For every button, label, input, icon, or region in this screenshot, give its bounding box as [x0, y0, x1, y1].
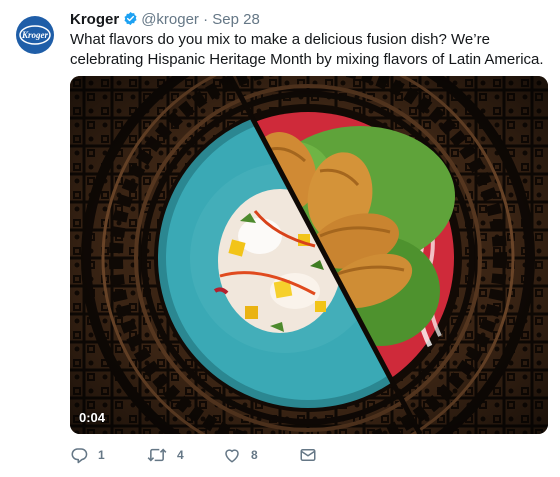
- like-button[interactable]: 8: [223, 446, 258, 464]
- tweet-header: Kroger @kroger · Sep 28: [70, 11, 260, 29]
- video-thumbnail: [70, 76, 548, 434]
- tweet-text: What flavors do you mix to make a delici…: [70, 31, 544, 68]
- meta-separator: ·: [203, 11, 209, 28]
- retweet-icon: [147, 448, 167, 462]
- tweet-actions: 1 4 8: [70, 446, 470, 468]
- reply-icon: [71, 448, 88, 464]
- retweet-count: 4: [177, 448, 184, 462]
- reply-count: 1: [98, 448, 105, 462]
- retweet-button[interactable]: 4: [147, 446, 184, 464]
- video-player[interactable]: 0:04: [70, 76, 548, 434]
- direct-message-button[interactable]: [299, 446, 317, 464]
- tweet-card: Kroger Kroger @kroger · Sep 28 What flav…: [0, 0, 560, 477]
- dm-icon: [300, 449, 316, 461]
- avatar-logo-text: Kroger: [21, 30, 49, 40]
- verified-badge-icon: [124, 11, 137, 26]
- author-handle[interactable]: @kroger: [141, 11, 199, 28]
- author-name[interactable]: Kroger: [70, 11, 119, 28]
- tweet-date[interactable]: Sep 28: [212, 11, 260, 28]
- like-count: 8: [251, 448, 258, 462]
- kroger-logo-icon: Kroger: [19, 25, 51, 45]
- video-timestamp: 0:04: [79, 410, 106, 425]
- like-icon: [225, 449, 239, 463]
- reply-button[interactable]: 1: [70, 446, 105, 464]
- avatar[interactable]: Kroger: [16, 16, 54, 54]
